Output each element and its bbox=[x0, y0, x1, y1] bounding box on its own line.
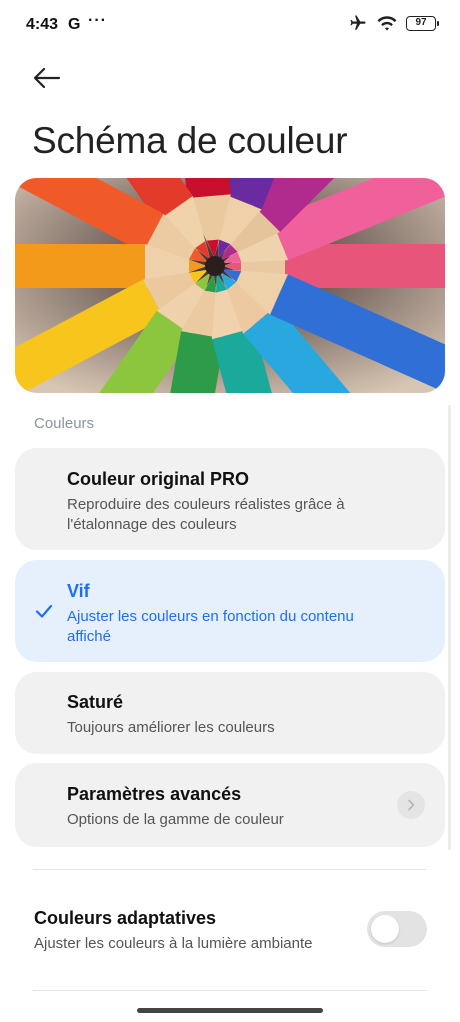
adaptive-colors-toggle[interactable] bbox=[367, 911, 427, 947]
google-icon: G bbox=[68, 16, 81, 33]
option-description: Ajuster les couleurs en fonction du cont… bbox=[67, 608, 354, 645]
more-notifications-icon: ··· bbox=[88, 12, 107, 29]
toggle-knob bbox=[371, 915, 399, 943]
option-sature[interactable]: Saturé Toujours améliorer les couleurs bbox=[15, 672, 445, 754]
option-title: Paramètres avancés bbox=[67, 784, 242, 804]
check-icon bbox=[35, 604, 53, 618]
section-label-colors: Couleurs bbox=[34, 415, 95, 432]
option-vif[interactable]: Vif Ajuster les couleurs en fonction du … bbox=[15, 560, 445, 662]
scrollbar bbox=[448, 405, 451, 850]
option-title: Couleur original PRO bbox=[67, 469, 250, 489]
option-description: Options de la gamme de couleur bbox=[67, 811, 284, 828]
battery-level: 97 bbox=[415, 17, 427, 28]
wifi-icon bbox=[377, 16, 397, 31]
battery-icon: 97 bbox=[406, 15, 439, 31]
divider bbox=[33, 990, 427, 991]
adaptive-colors-description: Ajuster les couleurs à la lumière ambian… bbox=[34, 935, 313, 952]
adaptive-colors-title: Couleurs adaptatives bbox=[34, 908, 217, 928]
status-icons: 97 bbox=[348, 14, 439, 32]
option-parametres-avances[interactable]: Paramètres avancés Options de la gamme d… bbox=[15, 763, 445, 847]
option-description: Reproduire des couleurs réalistes grâce … bbox=[67, 496, 345, 533]
back-button[interactable] bbox=[24, 60, 70, 96]
option-title: Vif bbox=[67, 581, 90, 601]
page-title: Schéma de couleur bbox=[32, 120, 348, 161]
option-description: Toujours améliorer les couleurs bbox=[67, 719, 275, 736]
color-pencils-image bbox=[15, 178, 445, 393]
home-indicator[interactable] bbox=[137, 1008, 323, 1013]
chevron-right-icon bbox=[397, 791, 425, 819]
option-title: Saturé bbox=[67, 692, 124, 712]
status-time: 4:43 bbox=[26, 16, 59, 33]
divider bbox=[33, 869, 427, 870]
status-bar: 4:43 G ··· 97 bbox=[0, 0, 460, 52]
airplane-icon bbox=[350, 15, 366, 30]
option-original-pro[interactable]: Couleur original PRO Reproduire des coul… bbox=[15, 448, 445, 550]
back-arrow-icon bbox=[33, 67, 61, 89]
